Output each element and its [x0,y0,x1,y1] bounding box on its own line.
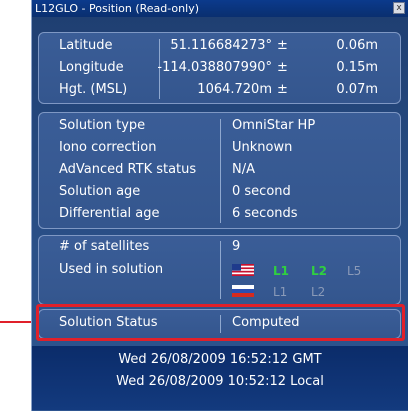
solution-panel: Solution type OmniStar HP Iono correctio… [38,112,401,229]
position-panel: Latitude 51.116684273° ± 0.06m Longitude… [38,32,401,104]
differential-age-label: Differential age [59,206,160,221]
rtk-status-value: N/A [232,162,255,177]
longitude-error: 0.15m [336,60,378,75]
latitude-pm: ± [277,38,288,53]
differential-age-value: 6 seconds [232,206,298,221]
time-footer: Wed 26/08/2009 16:52:12 GMT Wed 26/08/20… [32,346,408,410]
longitude-label: Longitude [59,60,124,75]
gps-l2-signal: L2 [311,264,327,278]
column-divider [220,241,221,299]
height-error: 0.07m [336,82,378,97]
longitude-value: -114.038807990° [157,60,272,75]
window-title: L12GLO - Position (Read-only) [35,2,199,15]
latitude-error: 0.06m [336,38,378,53]
iono-correction-value: Unknown [232,140,293,155]
height-pm: ± [277,82,288,97]
longitude-pm: ± [277,60,288,75]
solution-type-label: Solution type [59,118,146,133]
russia-flag-icon [232,285,254,297]
gmt-time: Wed 26/08/2009 16:52:12 GMT [118,352,322,367]
latitude-label: Latitude [59,38,113,53]
glonass-l2-signal: L2 [311,285,326,299]
rtk-status-label: AdVanced RTK status [59,162,197,177]
local-time: Wed 26/08/2009 10:52:12 Local [116,374,324,389]
height-label: Hgt. (MSL) [59,82,128,97]
window-titlebar[interactable]: L12GLO - Position (Read-only) x [32,0,408,17]
usa-flag-icon [232,264,254,276]
solution-type-value: OmniStar HP [232,118,316,133]
gps-l1-signal: L1 [273,264,289,278]
satellites-count-value: 9 [232,239,241,254]
column-divider [220,119,221,223]
gps-l5-signal: L5 [347,264,362,278]
solution-age-label: Solution age [59,184,141,199]
used-in-solution-label: Used in solution [59,262,164,277]
close-button[interactable]: x [393,2,405,14]
iono-correction-label: Iono correction [59,140,157,155]
satellites-count-label: # of satellites [59,239,150,254]
satellites-panel: # of satellites 9 Used in solution L1 L2… [38,235,401,305]
window-content: Latitude 51.116684273° ± 0.06m Longitude… [32,17,408,411]
solution-age-value: 0 second [232,184,291,199]
annotation-arrow [0,321,34,323]
glonass-l1-signal: L1 [273,285,288,299]
latitude-value: 51.116684273° [170,38,272,53]
solution-status-highlight [36,304,405,341]
position-window: L12GLO - Position (Read-only) x Latitude… [31,0,408,411]
height-value: 1064.720m [197,82,272,97]
